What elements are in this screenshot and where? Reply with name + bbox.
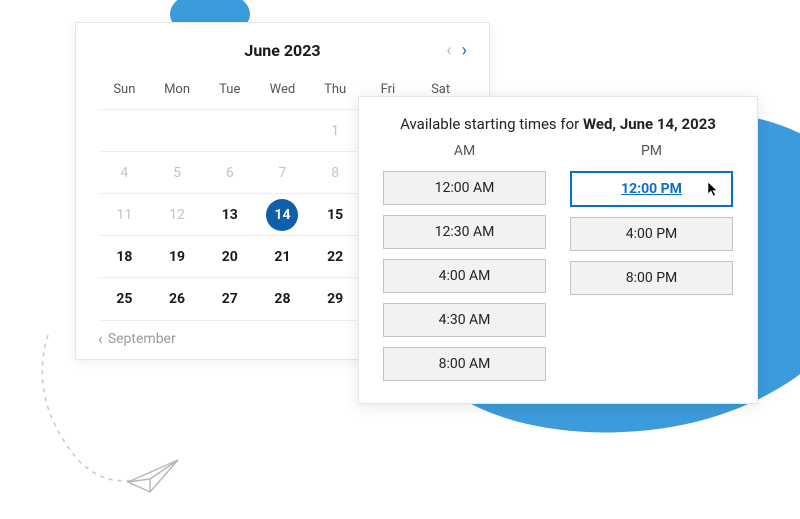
cursor-icon [707, 181, 721, 197]
calendar-day-cell[interactable]: 20 [203, 236, 256, 278]
calendar-day-cell[interactable]: 4 [98, 152, 151, 194]
calendar-day-cell[interactable]: 18 [98, 236, 151, 278]
calendar-day-cell[interactable]: 29 [309, 278, 362, 320]
calendar-day-cell[interactable]: 15 [309, 194, 362, 236]
time-slot[interactable]: 8:00 AM [383, 347, 546, 381]
calendar-footer-label: September [108, 331, 176, 347]
times-heading-prefix: Available starting times for [400, 115, 583, 133]
calendar-day-cell[interactable]: 26 [151, 278, 204, 320]
calendar-day-cell [151, 110, 204, 152]
calendar-header: June 2023 ‹ › [98, 41, 467, 60]
calendar-dow-cell: Mon [151, 74, 204, 110]
calendar-day-cell[interactable]: 11 [98, 194, 151, 236]
calendar-day-cell[interactable]: 22 [309, 236, 362, 278]
prev-month-button[interactable]: ‹ [446, 42, 451, 60]
time-slot[interactable]: 12:00 PM [570, 171, 733, 207]
calendar-day-cell[interactable]: 5 [151, 152, 204, 194]
am-column: AM 12:00 AM 12:30 AM 4:00 AM 4:30 AM 8:00 AM [383, 143, 546, 381]
pm-label: PM [570, 143, 733, 159]
calendar-dow-cell: Wed [256, 74, 309, 110]
time-slots-panel: Available starting times for Wed, June 1… [358, 96, 758, 404]
calendar-day-cell [98, 110, 151, 152]
calendar-dow-cell: Thu [309, 74, 362, 110]
times-heading: Available starting times for Wed, June 1… [383, 115, 733, 133]
calendar-day-cell[interactable]: 19 [151, 236, 204, 278]
next-month-button[interactable]: › [462, 42, 467, 60]
pm-column: PM 12:00 PM 4:00 PM 8:00 PM [570, 143, 733, 381]
calendar-dow-cell: Sun [98, 74, 151, 110]
time-slot[interactable]: 8:00 PM [570, 261, 733, 295]
calendar-day-cell[interactable]: 8 [309, 152, 362, 194]
time-slot[interactable]: 4:30 AM [383, 303, 546, 337]
time-slot[interactable]: 12:30 AM [383, 215, 546, 249]
calendar-day-cell[interactable]: 7 [256, 152, 309, 194]
calendar-day-cell[interactable]: 6 [203, 152, 256, 194]
time-slot[interactable]: 4:00 PM [570, 217, 733, 251]
time-slot[interactable]: 4:00 AM [383, 259, 546, 293]
calendar-nav: ‹ › [446, 42, 467, 60]
times-heading-date: Wed, June 14, 2023 [583, 115, 716, 133]
time-slot[interactable]: 12:00 AM [383, 171, 546, 205]
calendar-day-cell[interactable]: 12 [151, 194, 204, 236]
calendar-day-cell [256, 110, 309, 152]
calendar-dow-cell: Tue [203, 74, 256, 110]
calendar-day-cell[interactable]: 1 [309, 110, 362, 152]
calendar-day-cell[interactable]: 25 [98, 278, 151, 320]
calendar-day-cell [203, 110, 256, 152]
calendar-day-cell[interactable]: 28 [256, 278, 309, 320]
chevron-left-icon: ‹ [98, 331, 103, 347]
calendar-day-cell[interactable]: 13 [203, 194, 256, 236]
am-label: AM [383, 143, 546, 159]
calendar-day-cell[interactable]: 21 [256, 236, 309, 278]
calendar-day-cell[interactable]: 27 [203, 278, 256, 320]
calendar-day-cell[interactable]: 14 [256, 194, 309, 236]
calendar-title: June 2023 [244, 41, 320, 60]
